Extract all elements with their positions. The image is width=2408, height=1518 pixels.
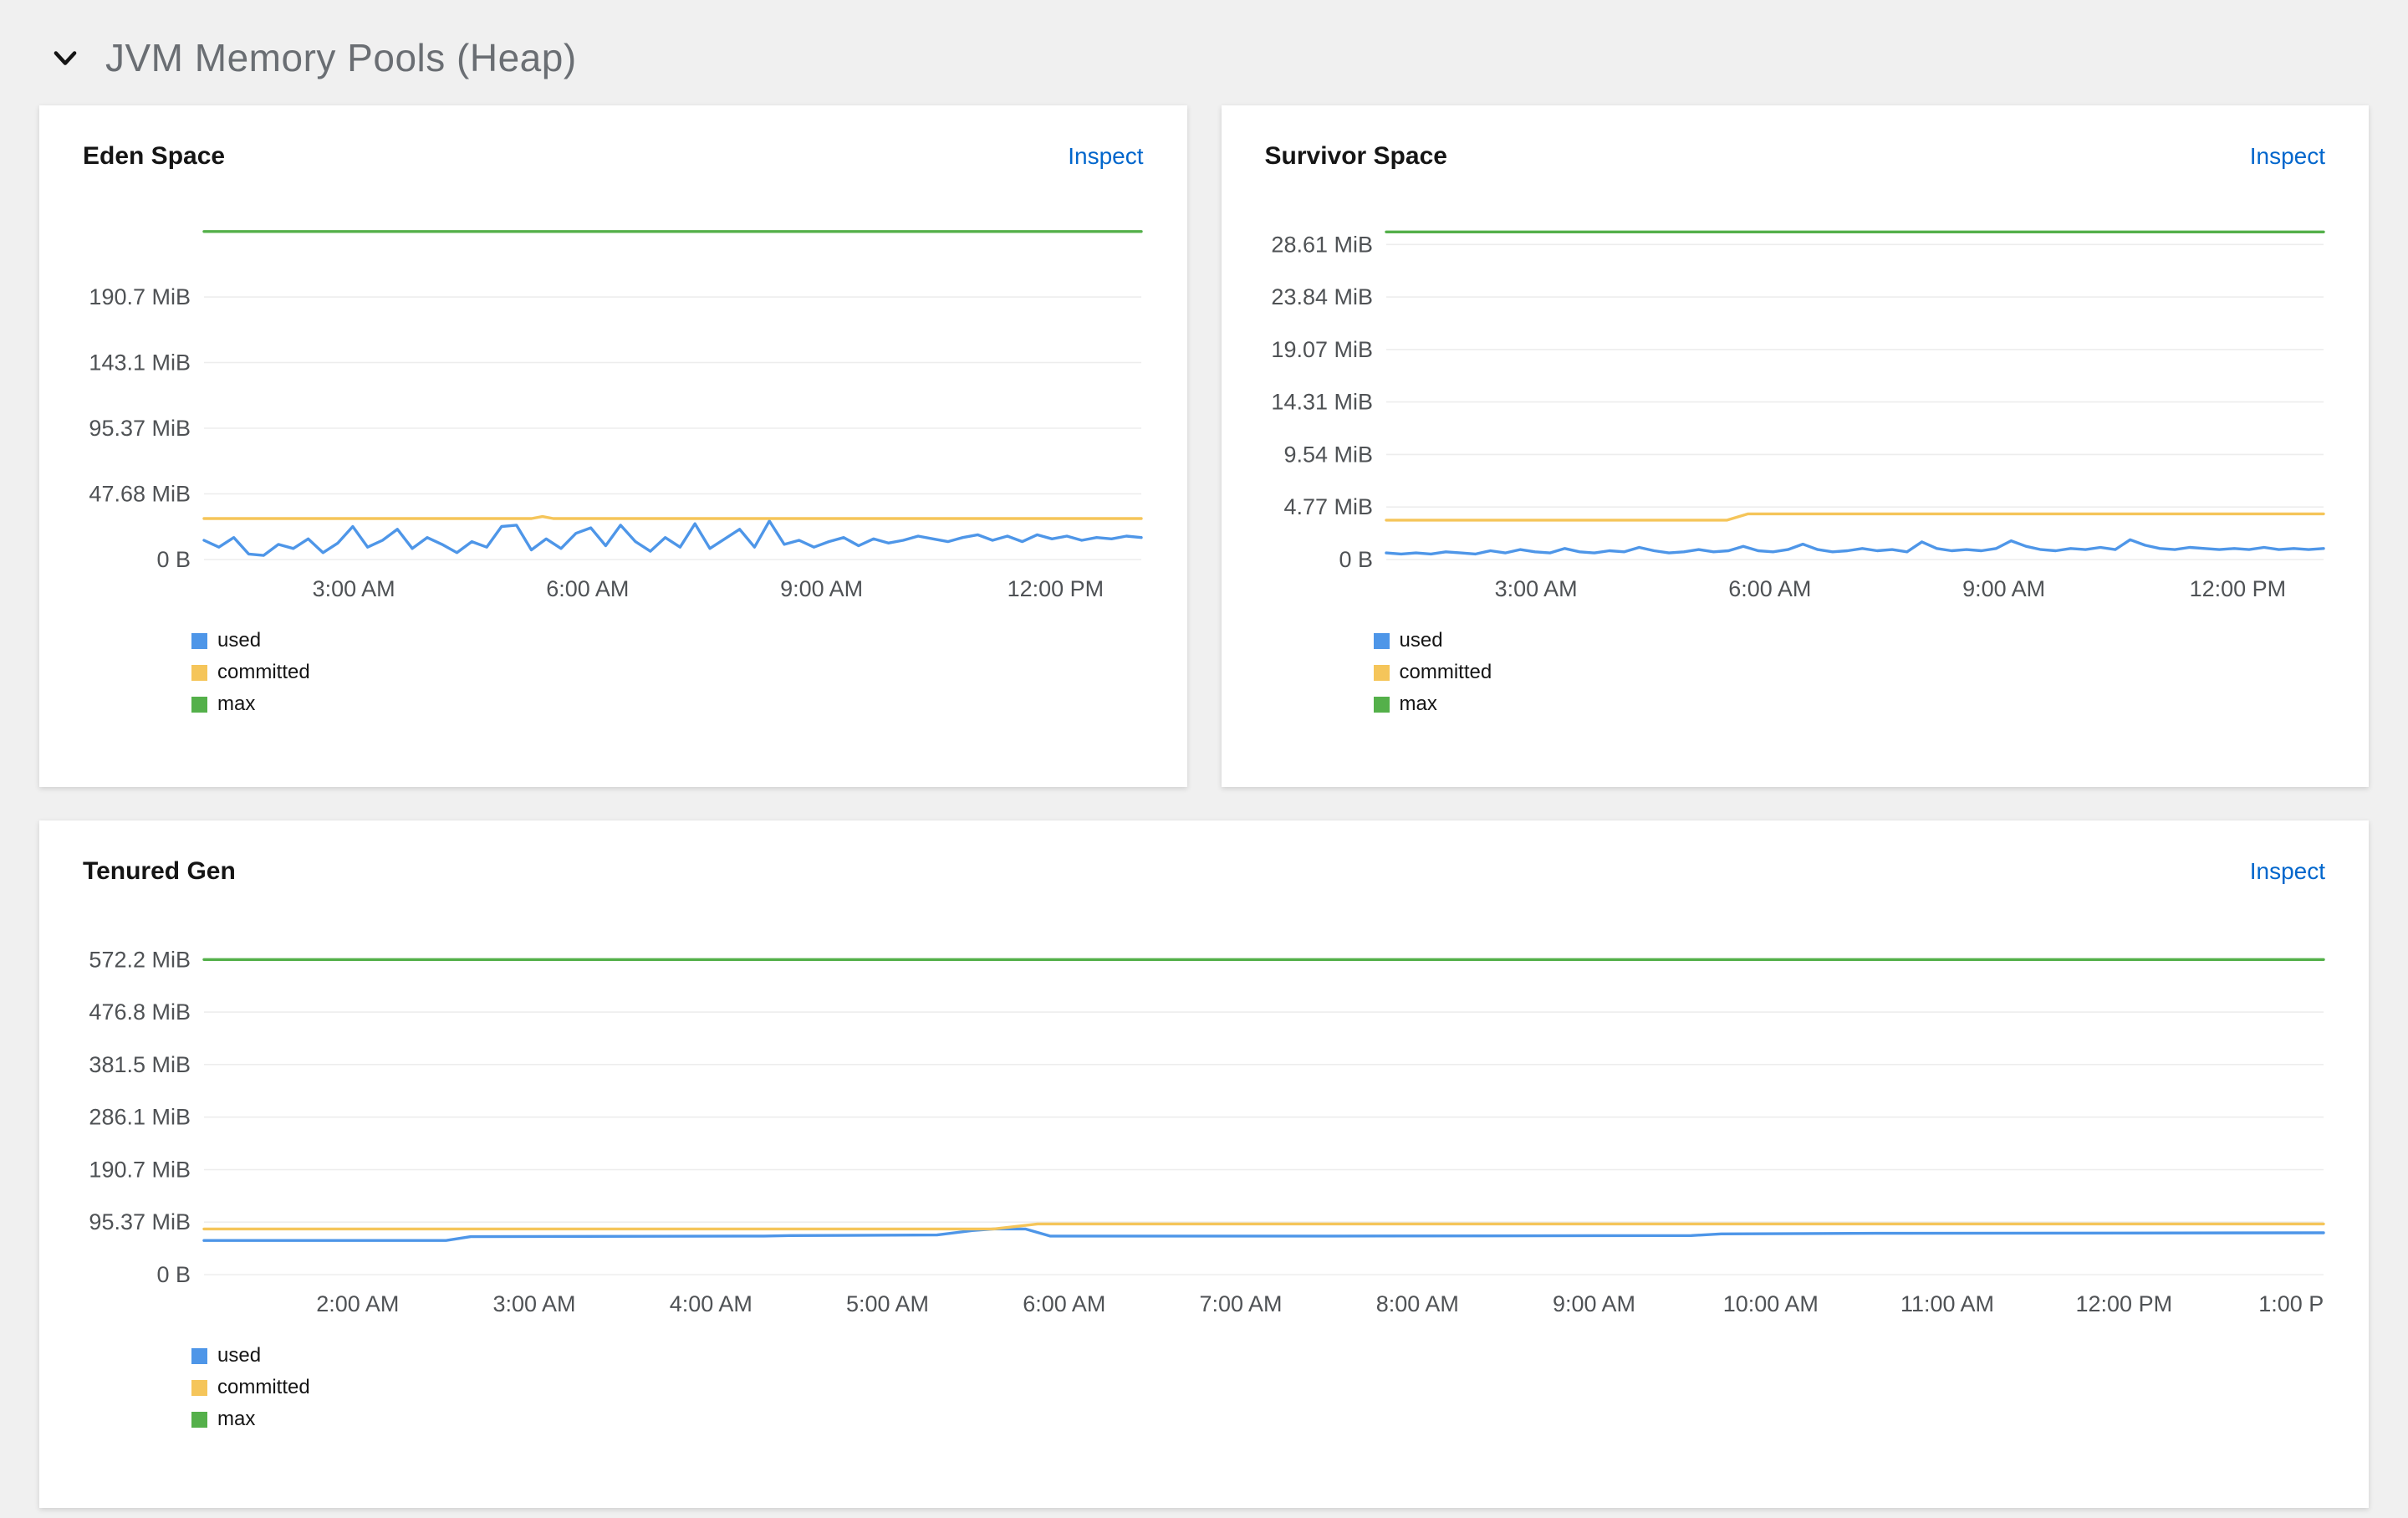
chevron-down-icon[interactable] [48, 41, 82, 74]
top-cards-row: Eden Space Inspect 0 B 47.68 MiB 95.37 MiB… [39, 105, 2369, 787]
panel-header: Survivor Space Inspect [1265, 142, 2326, 171]
survivor-space-chart[interactable]: 0 B 4.77 MiB 9.54 MiB 14.31 MiB 19.07 MiB 23.… [1265, 204, 2325, 606]
panel-title: Tenured Gen [83, 857, 236, 885]
legend-swatch-icon [1373, 696, 1390, 713]
svg-text:190.7 MiB: 190.7 MiB [89, 284, 191, 309]
legend-item-max: max [191, 693, 1144, 716]
legend-item-used: used [1373, 629, 2326, 652]
svg-text:7:00 AM: 7:00 AM [1199, 1291, 1282, 1316]
legend-item-max: max [1373, 693, 2326, 716]
inspect-link[interactable]: Inspect [2250, 858, 2325, 885]
panel-title: Eden Space [83, 142, 226, 170]
section-title: JVM Memory Pools (Heap) [105, 36, 577, 79]
svg-text:3:00 AM: 3:00 AM [313, 576, 395, 601]
svg-text:0 B: 0 B [156, 1262, 191, 1287]
legend-item-committed: committed [191, 661, 1144, 684]
legend-swatch-icon [1373, 632, 1390, 649]
legend-label: committed [1399, 661, 1492, 683]
svg-text:190.7 MiB: 190.7 MiB [89, 1158, 191, 1183]
legend-swatch-icon [1373, 664, 1390, 681]
legend-item-used: used [191, 1344, 2325, 1367]
svg-text:9:00 AM: 9:00 AM [1962, 576, 2045, 601]
svg-text:4.77 MiB: 4.77 MiB [1283, 494, 1373, 519]
svg-text:9:00 AM: 9:00 AM [780, 576, 863, 601]
svg-text:95.37 MiB: 95.37 MiB [89, 416, 191, 441]
svg-text:95.37 MiB: 95.37 MiB [89, 1209, 191, 1234]
svg-text:572.2 MiB: 572.2 MiB [89, 947, 191, 972]
panel-header: Eden Space Inspect [83, 142, 1144, 171]
panel-header: Tenured Gen Inspect [83, 857, 2325, 886]
svg-text:0 B: 0 B [1339, 547, 1373, 572]
tenured-gen-panel: Tenured Gen Inspect 0 B 95.37 MiB 190.7 Mi… [39, 820, 2369, 1508]
legend-item-max: max [191, 1408, 2325, 1431]
legend-item-committed: committed [191, 1376, 2325, 1399]
svg-text:286.1 MiB: 286.1 MiB [89, 1105, 191, 1130]
svg-text:12:00 PM: 12:00 PM [2076, 1291, 2173, 1316]
legend-label: committed [217, 661, 310, 683]
svg-text:11:00 AM: 11:00 AM [1900, 1291, 1994, 1316]
svg-text:9:00 AM: 9:00 AM [1553, 1291, 1635, 1316]
inspect-link[interactable]: Inspect [1068, 143, 1143, 170]
tenured-gen-chart[interactable]: 0 B 95.37 MiB 190.7 MiB 286.1 MiB 381.5 MiB 4… [83, 919, 2325, 1321]
svg-text:1:00 PM: 1:00 PM [2258, 1291, 2325, 1316]
legend-label: max [217, 693, 256, 715]
svg-text:0 B: 0 B [156, 547, 191, 572]
legend-label: max [217, 1408, 256, 1430]
inspect-link[interactable]: Inspect [2250, 143, 2325, 170]
legend-item-committed: committed [1373, 661, 2326, 684]
svg-text:6:00 AM: 6:00 AM [1728, 576, 1811, 601]
chart-legend: used committed max [191, 629, 1144, 716]
legend-label: committed [217, 1376, 310, 1398]
svg-text:47.68 MiB: 47.68 MiB [89, 482, 191, 507]
eden-space-panel: Eden Space Inspect 0 B 47.68 MiB 95.37 MiB… [39, 105, 1187, 787]
legend-swatch-icon [191, 696, 207, 713]
svg-text:476.8 MiB: 476.8 MiB [89, 999, 191, 1025]
chart-legend: used committed max [191, 1344, 2325, 1431]
legend-label: used [1399, 629, 1443, 652]
svg-text:19.07 MiB: 19.07 MiB [1271, 337, 1373, 362]
svg-text:23.84 MiB: 23.84 MiB [1271, 284, 1373, 309]
legend-label: max [1399, 693, 1437, 715]
svg-text:10:00 AM: 10:00 AM [1723, 1291, 1819, 1316]
legend-swatch-icon [191, 632, 207, 649]
svg-text:8:00 AM: 8:00 AM [1376, 1291, 1459, 1316]
svg-text:28.61 MiB: 28.61 MiB [1271, 232, 1373, 257]
legend-swatch-icon [191, 664, 207, 681]
svg-text:2:00 AM: 2:00 AM [316, 1291, 399, 1316]
svg-text:14.31 MiB: 14.31 MiB [1271, 390, 1373, 415]
svg-text:3:00 AM: 3:00 AM [1494, 576, 1577, 601]
panel-title: Survivor Space [1264, 142, 1447, 170]
eden-space-chart[interactable]: 0 B 47.68 MiB 95.37 MiB 143.1 MiB 190.7 MiB 3… [83, 204, 1143, 606]
legend-swatch-icon [191, 1379, 207, 1396]
legend-swatch-icon [191, 1411, 207, 1428]
svg-text:12:00 PM: 12:00 PM [2189, 576, 2286, 601]
chart-legend: used committed max [1373, 629, 2326, 716]
legend-label: used [217, 1344, 262, 1367]
svg-text:9.54 MiB: 9.54 MiB [1283, 442, 1373, 467]
legend-swatch-icon [191, 1347, 207, 1364]
survivor-space-panel: Survivor Space Inspect 0 B 4.77 MiB 9.54 M… [1221, 105, 2369, 787]
svg-text:143.1 MiB: 143.1 MiB [89, 350, 191, 376]
legend-label: used [217, 629, 262, 652]
svg-text:3:00 AM: 3:00 AM [492, 1291, 575, 1316]
legend-item-used: used [191, 629, 1144, 652]
section-header: JVM Memory Pools (Heap) [0, 0, 2408, 80]
svg-text:12:00 PM: 12:00 PM [1008, 576, 1105, 601]
svg-text:6:00 AM: 6:00 AM [546, 576, 629, 601]
svg-text:4:00 AM: 4:00 AM [670, 1291, 752, 1316]
svg-text:6:00 AM: 6:00 AM [1023, 1291, 1105, 1316]
svg-text:381.5 MiB: 381.5 MiB [89, 1052, 191, 1077]
svg-text:5:00 AM: 5:00 AM [846, 1291, 929, 1316]
